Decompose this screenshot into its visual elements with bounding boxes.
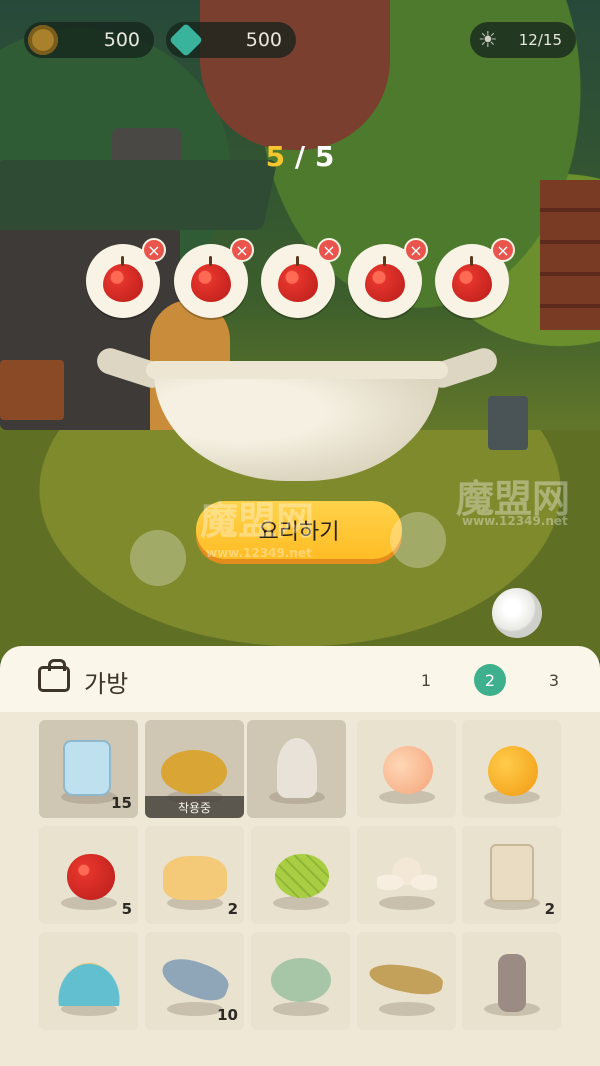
item-shadow (273, 896, 329, 910)
close-icon: × (235, 240, 249, 260)
item-shadow (167, 1002, 223, 1016)
bag-page-tab-3[interactable]: 3 (538, 664, 570, 696)
ingredient-counter: 5 / 5 (0, 140, 600, 173)
bag-item-salmon[interactable] (357, 932, 456, 1030)
wok-rim (146, 361, 448, 379)
apple-icon (67, 854, 115, 900)
remove-ingredient-button[interactable]: × (230, 238, 254, 262)
apple-icon (452, 256, 492, 302)
pudding-icon (57, 962, 121, 1006)
ingredient-slot-5[interactable]: × (435, 238, 515, 318)
energy-value: 12/15 (518, 31, 562, 49)
wooden-deck (540, 180, 600, 330)
energy-counter[interactable]: ☀ 12/15 (470, 22, 576, 58)
bag-item-apple[interactable]: 5 (39, 826, 138, 924)
plastic-bag-icon (63, 740, 111, 796)
cooking-wok (93, 344, 501, 485)
chick-bun-icon (163, 856, 227, 900)
pufferfish-icon (271, 958, 331, 1002)
bag-item-peach[interactable] (357, 720, 456, 818)
item-quantity: 2 (544, 900, 555, 918)
ingredient-slot-3[interactable]: × (261, 238, 341, 318)
bag-icon (38, 659, 70, 692)
ingredient-count-max: 5 (314, 140, 335, 173)
watermark-url: www.12349.net (462, 514, 568, 528)
eggs-icon (377, 856, 437, 900)
remove-ingredient-button[interactable]: × (491, 238, 515, 262)
salmon-icon (367, 959, 445, 999)
item-shadow (379, 1002, 435, 1016)
item-shadow (273, 1002, 329, 1016)
ingredient-count-separator: / (285, 140, 315, 173)
gem-value: 500 (245, 29, 282, 51)
flour-sack-icon (490, 844, 534, 902)
bag-page-tab-1[interactable]: 1 (410, 664, 442, 696)
melon-bread-icon (275, 854, 329, 898)
bag-header: 가방 1 2 3 (0, 646, 600, 712)
close-icon: × (409, 240, 423, 260)
watermark-logo (130, 530, 186, 586)
fish-icon (157, 951, 233, 1007)
bag-item-grilled-skewer[interactable] (462, 932, 561, 1030)
bag-item-pufferfish[interactable] (251, 932, 350, 1030)
apple-icon (103, 256, 143, 302)
watermark-url: www.12349.net (206, 546, 312, 560)
close-icon: × (496, 240, 510, 260)
remove-ingredient-button[interactable]: × (317, 238, 341, 262)
stone-figure-icon (277, 738, 317, 798)
bag-item-plastic-bag[interactable]: 15 (39, 720, 138, 818)
bag-item-stone-figure[interactable] (247, 720, 346, 818)
bag-item-melon-bread[interactable] (251, 826, 350, 924)
skewer-icon (498, 954, 526, 1012)
item-quantity: 2 (227, 900, 238, 918)
ingredient-count-current: 5 (265, 140, 286, 173)
bag-item-orange[interactable] (462, 720, 561, 818)
bag-item-flour[interactable]: 2 (462, 826, 561, 924)
apple-icon (365, 256, 405, 302)
bag-panel: 가방 1 2 3 15 착용중 5 2 2 10 (0, 646, 600, 1066)
chick-icon (161, 750, 227, 794)
wok-bowl (154, 365, 440, 481)
close-icon: × (322, 240, 336, 260)
ingredient-slot-2[interactable]: × (174, 238, 254, 318)
item-quantity: 10 (217, 1006, 238, 1024)
bag-item-chick-buns[interactable]: 2 (145, 826, 244, 924)
item-quantity: 15 (111, 794, 132, 812)
watermark-logo (390, 512, 446, 568)
coin-counter[interactable]: 500 (24, 22, 154, 58)
equipped-badge: 착용중 (145, 796, 244, 818)
apple-icon (278, 256, 318, 302)
gem-icon (169, 23, 203, 57)
orange-icon (488, 746, 538, 796)
close-icon: × (147, 240, 161, 260)
coin-value: 500 (103, 29, 140, 51)
gem-counter[interactable]: 500 (166, 22, 296, 58)
lamp-light (492, 588, 542, 638)
apple-icon (191, 256, 231, 302)
item-quantity: 5 (121, 900, 132, 918)
bag-page-tab-2[interactable]: 2 (474, 664, 506, 696)
peach-icon (383, 746, 433, 794)
ingredient-slot-1[interactable]: × (86, 238, 166, 318)
ingredient-slot-4[interactable]: × (348, 238, 428, 318)
apple-crate (0, 360, 64, 420)
coin-icon (28, 25, 58, 55)
bag-title: 가방 (84, 670, 129, 698)
ingredient-slots: × × × × × (86, 238, 516, 320)
game-scene (0, 0, 600, 660)
bag-item-pudding[interactable] (39, 932, 138, 1030)
sun-icon: ☀ (478, 27, 498, 53)
watermark-text: 魔盟网 (200, 499, 315, 543)
remove-ingredient-button[interactable]: × (142, 238, 166, 262)
bag-item-chick[interactable]: 착용중 (145, 720, 244, 818)
remove-ingredient-button[interactable]: × (404, 238, 428, 262)
bag-item-grid: 15 착용중 5 2 2 10 (0, 712, 600, 1066)
bag-item-eggs[interactable] (357, 826, 456, 924)
bag-item-fish[interactable]: 10 (145, 932, 244, 1030)
